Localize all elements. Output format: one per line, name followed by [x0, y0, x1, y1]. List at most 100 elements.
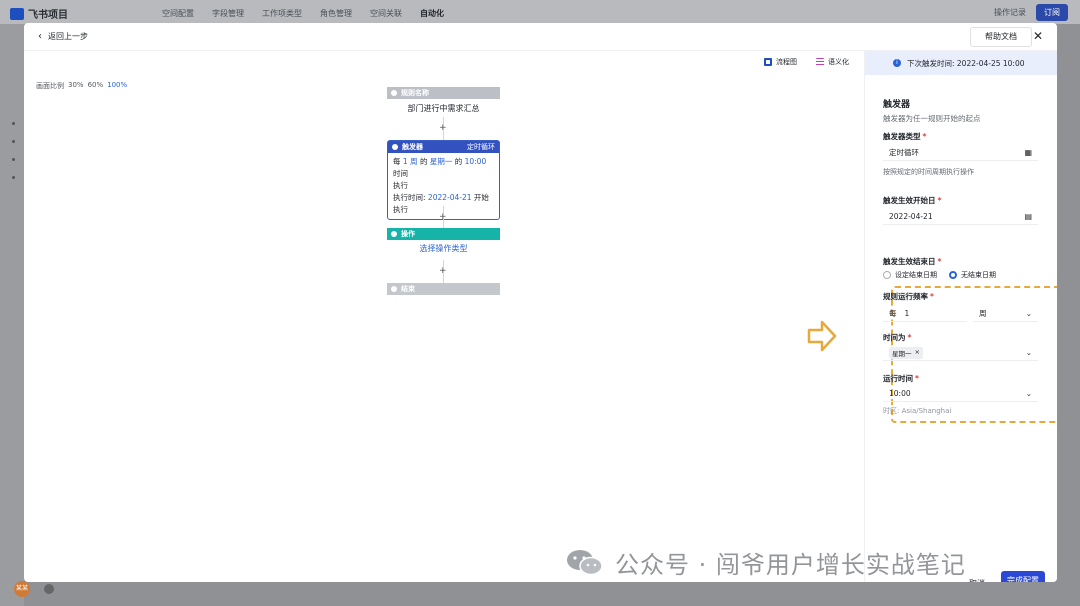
trigger-type-hint: 按照规定的时间周期执行操作: [883, 168, 974, 176]
chevron-down-icon: ⌄: [1025, 348, 1032, 357]
add-step-button[interactable]: +: [439, 267, 447, 276]
background-tabs: 空间配置 字段管理 工作项类型 角色管理 空间关联 自动化: [162, 8, 444, 19]
watermark-text: 公众号 · 闯爷用户增长实战笔记: [615, 551, 966, 579]
tab-work-item-types[interactable]: 工作项类型: [262, 8, 302, 19]
end-date-label: 触发生效结束日 *: [883, 256, 941, 267]
weekday-label: 时间为 *: [883, 332, 911, 343]
view-diagram-label: 流程图: [776, 58, 797, 66]
sidebar-dot: [12, 176, 15, 179]
node-title: 操作: [401, 230, 415, 238]
text: 每: [393, 157, 401, 166]
add-step-button[interactable]: +: [439, 213, 447, 222]
modal-header: ‹ 返回上一步 帮助文档 ✕: [24, 23, 1057, 51]
next-trigger-banner: i 下次触发时间: 2022-04-25 10:00: [865, 51, 1057, 75]
done-button[interactable]: 完成配置: [1001, 571, 1045, 582]
text: 2022-04-21: [427, 193, 472, 202]
tab-fields[interactable]: 字段管理: [212, 8, 244, 19]
cancel-button[interactable]: 取消: [969, 578, 985, 582]
trigger-title-wrap: 触发器: [392, 142, 423, 152]
text: 开始: [473, 193, 489, 202]
node-header: 操作: [387, 228, 500, 240]
freq-number: 1: [904, 309, 910, 318]
add-step-button[interactable]: +: [439, 124, 447, 133]
label-text: 规则运行频率: [883, 292, 928, 301]
tab-automation[interactable]: 自动化: [420, 8, 444, 19]
node-icon: [391, 286, 397, 292]
chevron-down-icon: ⌄: [1025, 389, 1032, 398]
zoom-100[interactable]: 100%: [107, 81, 127, 91]
tab-space-links[interactable]: 空间关联: [370, 8, 402, 19]
rule-name-node[interactable]: 规则名称 部门进行中需求汇总: [387, 87, 500, 118]
diagram-icon: [764, 58, 772, 66]
radio-label: 无结束日期: [961, 271, 996, 279]
chevron-down-icon: ⌄: [1025, 309, 1032, 318]
radio-label: 设定结束日期: [895, 271, 937, 279]
help-doc-button[interactable]: 帮助文档: [970, 27, 1032, 47]
back-button[interactable]: ‹ 返回上一步: [38, 31, 88, 42]
frequency-input: 每 1 周 ⌄: [883, 306, 1038, 322]
subscribe-button[interactable]: 订阅: [1036, 4, 1068, 21]
trigger-type-select[interactable]: 定时循环 ▦: [883, 145, 1038, 161]
label-text: 运行时间: [883, 374, 913, 383]
help-icon[interactable]: [44, 584, 54, 594]
background-sidebar: [0, 24, 24, 606]
trigger-type-value: 定时循环: [889, 148, 919, 157]
trigger-line-2: 执行: [393, 181, 408, 190]
list-icon: [816, 58, 824, 66]
view-text-button[interactable]: 语义化: [816, 57, 849, 67]
tab-space-config[interactable]: 空间配置: [162, 8, 194, 19]
calendar-icon: ▤: [1024, 212, 1032, 221]
required-mark: *: [915, 374, 919, 383]
close-icon[interactable]: ✕: [1033, 29, 1043, 43]
node-header: 结束: [387, 283, 500, 295]
end-node: 结束: [387, 283, 500, 295]
start-date-value: 2022-04-21: [889, 212, 933, 221]
automation-rule-modal: ‹ 返回上一步 帮助文档 ✕ 流程图 语义化 画面比例 30% 60% 100%…: [24, 23, 1057, 582]
start-date-picker[interactable]: 2022-04-21 ▤: [883, 209, 1038, 225]
trigger-line-1: 每 1 周 的 星期一 的 10:00 时间: [393, 156, 494, 180]
text: 的: [419, 157, 428, 166]
frequency-label: 规则运行频率 *: [883, 291, 934, 302]
radio-icon: [883, 271, 891, 279]
label-text: 触发生效开始日: [883, 196, 936, 205]
tag-text: 星期一: [892, 349, 912, 358]
zoom-60[interactable]: 60%: [88, 81, 104, 91]
required-mark: *: [930, 292, 934, 301]
weekday-select[interactable]: 星期一 × ⌄: [883, 345, 1038, 361]
watermark: 公众号 · 闯爷用户增长实战笔记: [565, 545, 966, 580]
tag-close-icon[interactable]: ×: [915, 348, 920, 358]
operation-log-link[interactable]: 操作记录: [994, 7, 1026, 18]
zoom-control: 画面比例 30% 60% 100%: [36, 81, 127, 91]
label-text: 触发生效结束日: [883, 257, 936, 266]
app-logo: 飞书项目: [10, 6, 68, 21]
zoom-30[interactable]: 30%: [68, 81, 84, 91]
node-title: 结束: [401, 285, 415, 293]
label-text: 触发器类型: [883, 132, 921, 141]
frequency-number-field[interactable]: 每 1: [883, 306, 967, 322]
tab-roles[interactable]: 角色管理: [320, 8, 352, 19]
frequency-unit-select[interactable]: 周 ⌄: [973, 306, 1038, 322]
node-icon: [391, 90, 397, 96]
action-node[interactable]: 操作 选择操作类型: [387, 228, 500, 257]
sidebar-dot: [12, 140, 15, 143]
radio-no-end-date[interactable]: 无结束日期: [949, 270, 996, 280]
view-diagram-button[interactable]: 流程图: [764, 57, 797, 67]
required-mark: *: [922, 132, 927, 141]
end-date-options: 设定结束日期 无结束日期: [883, 270, 996, 280]
runtime-select[interactable]: 10:00 ⌄: [883, 386, 1038, 402]
background-topbar-right: 操作记录 订阅: [994, 4, 1068, 21]
select-action-type-link[interactable]: 选择操作类型: [387, 240, 500, 257]
avatar[interactable]: 某某: [14, 581, 30, 597]
text: 星期一: [429, 157, 453, 166]
logo-icon: [10, 7, 24, 20]
required-mark: *: [937, 196, 942, 205]
node-header: 触发器 定时循环: [388, 141, 499, 153]
radio-set-end-date[interactable]: 设定结束日期: [883, 270, 937, 280]
node-header: 规则名称: [387, 87, 500, 99]
weekday-tag: 星期一 ×: [889, 346, 923, 359]
node-title: 触发器: [402, 143, 423, 151]
panel-title: 触发器: [883, 100, 911, 110]
node-icon: [391, 231, 397, 237]
sidebar-dot: [12, 158, 15, 161]
freq-unit: 周: [979, 309, 987, 318]
